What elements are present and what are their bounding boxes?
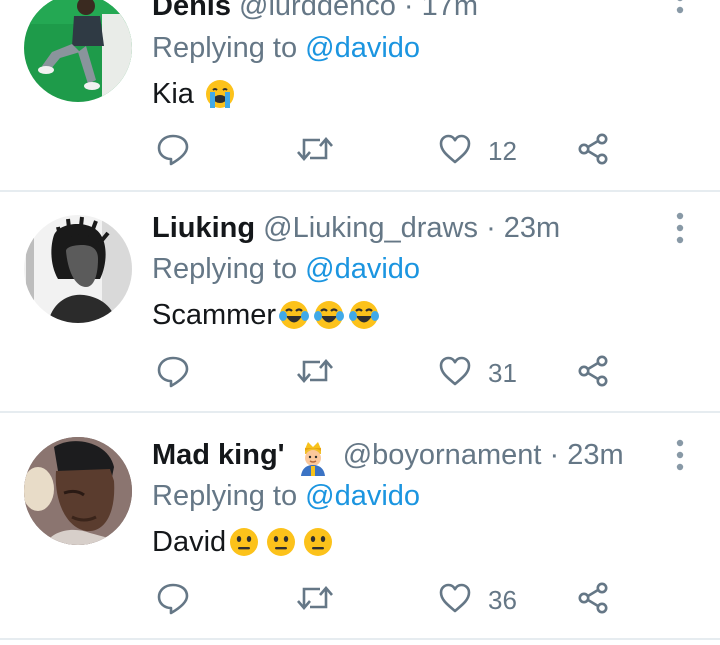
share-button[interactable] xyxy=(576,580,610,620)
tears-of-joy-emoji xyxy=(313,299,345,331)
reply-icon xyxy=(156,132,190,171)
retweet-icon xyxy=(296,581,334,620)
user-handle[interactable]: @Liuking_draws xyxy=(263,212,478,244)
avatar[interactable] xyxy=(24,215,132,323)
retweet-button[interactable] xyxy=(296,131,334,171)
share-icon xyxy=(576,581,610,620)
tweet-text: David xyxy=(152,520,334,564)
avatar[interactable] xyxy=(24,0,132,102)
neutral-face-emoji xyxy=(228,526,260,558)
mention-link[interactable]: @davido xyxy=(305,32,420,64)
tweet-2[interactable]: Liuking @Liuking_draws · 23m Replying to… xyxy=(0,192,720,412)
separator: · xyxy=(403,0,414,22)
more-options-icon[interactable] xyxy=(666,435,694,475)
like-icon xyxy=(438,582,472,619)
tweet-header: Denis @lurddenco · 17m xyxy=(152,0,478,26)
share-icon xyxy=(576,132,610,171)
neutral-face-emoji xyxy=(302,526,334,558)
tweet-header: Liuking @Liuking_draws · 23m xyxy=(152,208,560,248)
like-button[interactable]: 36 xyxy=(438,580,517,620)
divider xyxy=(0,638,720,640)
replying-to: Replying to @davido xyxy=(152,476,420,516)
replying-to: Replying to @davido xyxy=(152,28,420,68)
reply-icon xyxy=(156,354,190,393)
separator: · xyxy=(486,212,496,244)
share-icon xyxy=(576,354,610,393)
neutral-face-emoji xyxy=(265,526,297,558)
tweet-3[interactable]: Mad king' @boyornament · 23m Replying to… xyxy=(0,413,720,639)
share-button[interactable] xyxy=(576,353,610,393)
tweet-actions: 36 xyxy=(152,580,622,620)
tweet-text-content: Kia xyxy=(152,78,194,110)
like-icon xyxy=(438,355,472,392)
tweet-text: Scammer xyxy=(152,293,380,337)
replying-prefix: Replying to xyxy=(152,32,298,64)
retweet-button[interactable] xyxy=(296,353,334,393)
like-button[interactable]: 31 xyxy=(438,353,517,393)
tweet-1[interactable]: Denis @lurddenco · 17m Replying to @davi… xyxy=(0,0,720,190)
tweet-actions: 12 xyxy=(152,131,622,171)
crying-face-emoji xyxy=(204,78,236,110)
user-handle[interactable]: @lurddenco xyxy=(239,0,396,22)
replying-to: Replying to @davido xyxy=(152,249,420,289)
like-button[interactable]: 12 xyxy=(438,131,517,171)
tweet-text-content: Scammer xyxy=(152,299,277,331)
tweet-text: Kia xyxy=(152,72,236,116)
avatar[interactable] xyxy=(24,437,132,545)
retweet-icon xyxy=(296,132,334,171)
like-count: 36 xyxy=(488,584,517,615)
like-count: 31 xyxy=(488,357,517,388)
user-handle[interactable]: @boyornament xyxy=(343,439,542,471)
tears-of-joy-emoji xyxy=(278,299,310,331)
more-options-icon[interactable] xyxy=(666,0,694,30)
timestamp[interactable]: 23m xyxy=(504,212,560,244)
retweet-button[interactable] xyxy=(296,580,334,620)
reply-button[interactable] xyxy=(156,131,190,171)
reply-button[interactable] xyxy=(156,353,190,393)
mention-link[interactable]: @davido xyxy=(305,253,420,285)
replying-prefix: Replying to xyxy=(152,480,298,512)
tweet-text-content: David xyxy=(152,526,227,558)
tweet-actions: 31 xyxy=(152,353,622,393)
more-options-icon[interactable] xyxy=(666,208,694,248)
share-button[interactable] xyxy=(576,131,610,171)
timestamp[interactable]: 17m xyxy=(422,0,478,22)
prince-emoji xyxy=(297,440,329,477)
reply-icon xyxy=(156,581,190,620)
timestamp[interactable]: 23m xyxy=(567,439,623,471)
like-icon xyxy=(438,133,472,170)
display-name[interactable]: Mad king' xyxy=(152,439,285,471)
tweet-header: Mad king' @boyornament · 23m xyxy=(152,435,624,477)
reply-button[interactable] xyxy=(156,580,190,620)
replying-prefix: Replying to xyxy=(152,253,298,285)
display-name[interactable]: Denis xyxy=(152,0,231,22)
like-count: 12 xyxy=(488,135,517,166)
separator: · xyxy=(549,439,560,471)
display-name[interactable]: Liuking xyxy=(152,212,255,244)
retweet-icon xyxy=(296,354,334,393)
mention-link[interactable]: @davido xyxy=(305,480,420,512)
tears-of-joy-emoji xyxy=(348,299,380,331)
